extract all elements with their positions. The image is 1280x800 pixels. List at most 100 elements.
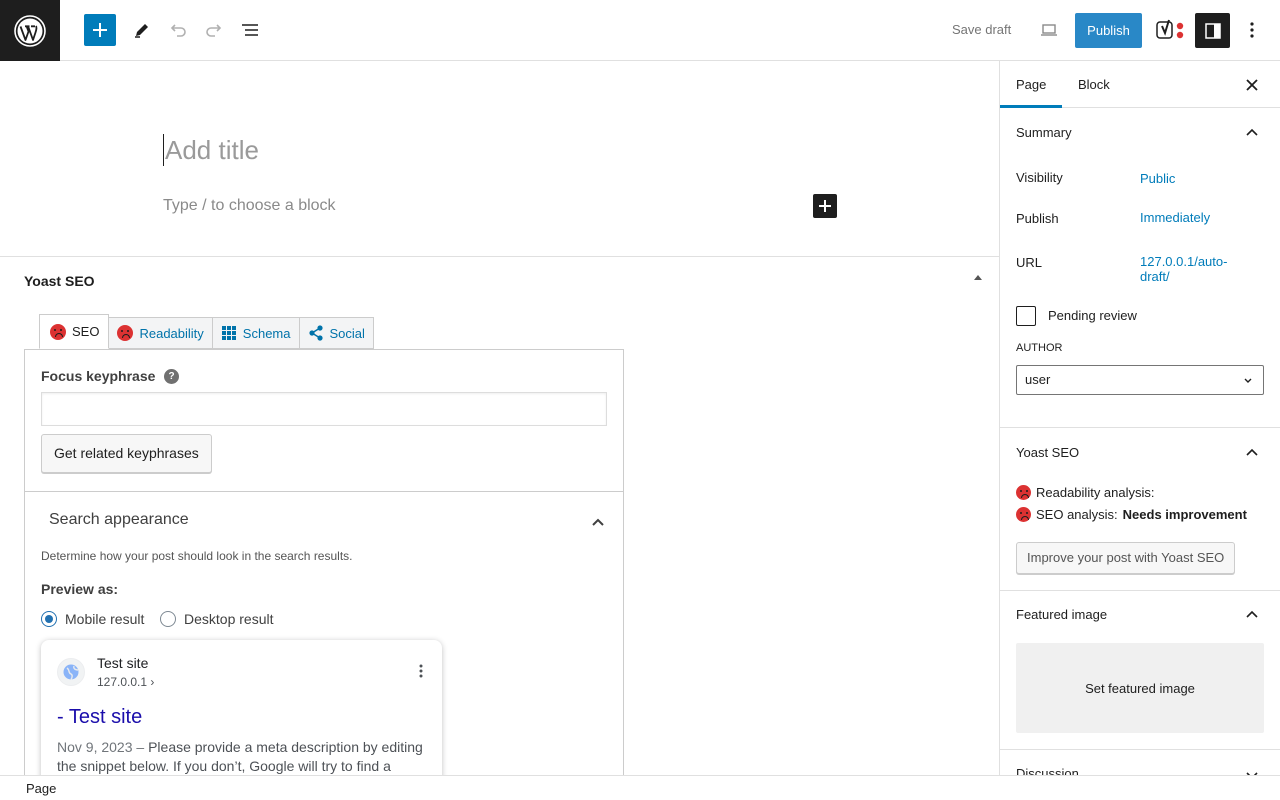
tab-label: Schema	[242, 325, 291, 341]
close-icon	[1246, 79, 1258, 91]
yoast-metabox: Yoast SEO SEO Readability Schema Social …	[0, 256, 999, 775]
undo-button[interactable]	[162, 14, 194, 46]
tab-readability[interactable]: Readability	[109, 317, 213, 349]
chevron-down-icon	[1244, 378, 1252, 383]
sad-face-icon	[1016, 485, 1031, 500]
list-view-icon	[242, 24, 258, 36]
search-appearance-description: Determine how your post should look in t…	[41, 549, 353, 563]
help-icon[interactable]: ?	[164, 369, 179, 384]
options-button[interactable]	[1236, 14, 1268, 46]
chevron-up-icon[interactable]	[590, 514, 606, 530]
yoast-panel: Yoast SEO Readability analysis: SEO anal…	[1000, 428, 1280, 591]
tab-seo[interactable]: SEO	[39, 314, 110, 349]
block-breadcrumb-bar: Page	[0, 775, 1280, 800]
publish-date-toggle[interactable]: Immediately	[1140, 210, 1210, 225]
radio-unchecked[interactable]	[160, 611, 176, 627]
featured-image-panel: Featured image Set featured image	[1000, 591, 1280, 750]
search-appearance-heading[interactable]: Search appearance	[49, 511, 189, 529]
preview-as-label: Preview as:	[41, 581, 119, 597]
get-related-keyphrases-button[interactable]: Get related keyphrases	[41, 434, 212, 473]
set-featured-image-button[interactable]: Set featured image	[1016, 643, 1264, 733]
radio-checked[interactable]	[41, 611, 57, 627]
metabox-title: Yoast SEO	[24, 273, 95, 289]
seo-analysis-label: SEO analysis:	[1036, 507, 1118, 522]
sad-face-icon	[50, 323, 66, 340]
radio-label: Mobile result	[65, 611, 145, 627]
serp-url: 127.0.0.1 ›	[97, 675, 155, 689]
tab-label: Social	[329, 325, 365, 341]
tools-button[interactable]	[126, 14, 158, 46]
editor-header: Save draft Publish	[0, 0, 1280, 61]
pencil-icon	[135, 24, 148, 38]
desktop-result-radio[interactable]: Desktop result	[160, 611, 273, 627]
serp-preview: Test site 127.0.0.1 › - Test site Nov 9,…	[41, 640, 442, 775]
panel-title[interactable]: Discussion	[1016, 766, 1079, 775]
readability-text: Readability analysis:	[1036, 485, 1155, 500]
pending-review-label: Pending review	[1048, 308, 1137, 323]
sidebar-tabs: Page Block	[1000, 61, 1280, 108]
visibility-toggle[interactable]: Public	[1140, 171, 1175, 186]
close-sidebar-button[interactable]	[1240, 73, 1264, 97]
post-title-input[interactable]: Add title	[163, 134, 259, 166]
divider	[25, 491, 623, 492]
settings-button[interactable]	[1195, 13, 1230, 48]
yoast-logo-icon	[1156, 19, 1184, 39]
panel-title[interactable]: Yoast SEO	[1016, 445, 1079, 460]
share-icon	[308, 325, 323, 341]
sidebar-toggle-icon	[1204, 22, 1221, 39]
yoast-tabs: SEO Readability Schema Social	[39, 314, 374, 349]
tab-social[interactable]: Social	[299, 317, 374, 349]
chevron-up-icon[interactable]	[1240, 606, 1264, 622]
undo-icon	[170, 24, 186, 37]
save-draft-button[interactable]: Save draft	[940, 14, 1023, 46]
radio-label: Desktop result	[184, 611, 274, 627]
document-overview-button[interactable]	[234, 14, 266, 46]
chevron-down-icon[interactable]	[1240, 767, 1264, 775]
improve-post-button[interactable]: Improve your post with Yoast SEO	[1016, 542, 1236, 574]
yoast-sidebar-button[interactable]	[1154, 14, 1186, 46]
publish-button[interactable]: Publish	[1075, 13, 1142, 48]
focus-keyphrase-input[interactable]	[41, 392, 607, 426]
chevron-up-icon[interactable]	[1240, 444, 1264, 460]
more-vertical-icon	[419, 664, 423, 678]
mobile-result-radio[interactable]: Mobile result	[41, 611, 144, 627]
globe-icon	[63, 664, 79, 680]
discussion-panel: Discussion	[1000, 750, 1280, 775]
publish-label: Publish	[1016, 211, 1059, 226]
collapse-caret-icon[interactable]	[974, 275, 982, 280]
author-select[interactable]: user	[1016, 365, 1264, 395]
tab-block[interactable]: Block	[1062, 61, 1126, 108]
serp-separator: –	[132, 739, 149, 755]
tab-schema[interactable]: Schema	[212, 317, 300, 349]
grid-icon	[221, 326, 236, 340]
author-label: AUTHOR	[1016, 342, 1063, 354]
focus-keyphrase-label: Focus keyphrase	[41, 368, 156, 384]
tab-page[interactable]: Page	[1000, 61, 1063, 108]
sad-face-icon	[1016, 507, 1031, 522]
panel-title[interactable]: Summary	[1016, 125, 1072, 140]
preview-button[interactable]	[1033, 14, 1065, 46]
panel-title[interactable]: Featured image	[1016, 607, 1107, 622]
chevron-up-icon[interactable]	[1240, 124, 1264, 140]
default-block-appender[interactable]: Type / to choose a block	[163, 197, 336, 215]
wordpress-logo-icon	[14, 14, 46, 47]
settings-sidebar: Page Block Summary Visibility Public Pub…	[999, 61, 1280, 775]
seo-analysis: SEO analysis: Needs improvement	[1016, 507, 1247, 522]
block-inserter-button[interactable]	[84, 14, 116, 46]
more-vertical-icon	[1250, 22, 1254, 38]
redo-icon	[206, 24, 222, 37]
redo-button[interactable]	[198, 14, 230, 46]
add-block-button[interactable]	[813, 194, 837, 218]
editor-canvas: Add title Type / to choose a block Yoast…	[0, 61, 999, 775]
url-link[interactable]: 127.0.0.1/auto-draft/	[1140, 254, 1250, 284]
url-label: URL	[1016, 255, 1043, 270]
visibility-label: Visibility	[1016, 170, 1063, 185]
pending-review-checkbox[interactable]	[1016, 306, 1036, 326]
tab-label: SEO	[72, 324, 100, 339]
serp-site-name: Test site	[97, 655, 149, 671]
breadcrumb-item[interactable]: Page	[26, 781, 56, 796]
seo-tab-panel: Focus keyphrase ? Get related keyphrases…	[24, 349, 624, 775]
wordpress-logo-button[interactable]	[0, 0, 60, 61]
favicon	[57, 658, 85, 686]
author-value: user	[1025, 372, 1051, 387]
